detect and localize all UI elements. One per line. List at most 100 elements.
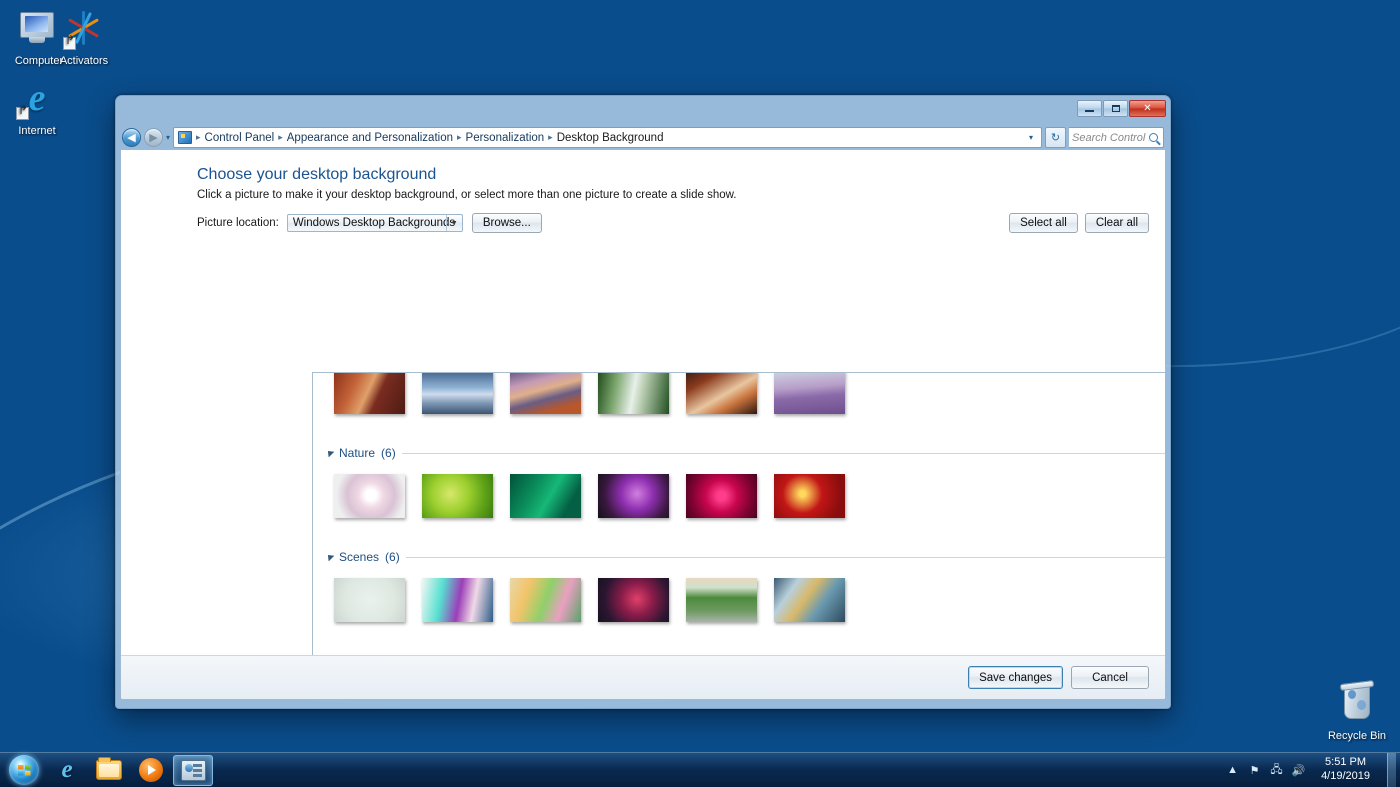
cancel-button[interactable]: Cancel [1071, 666, 1149, 689]
clock[interactable]: 5:51 PM 4/19/2019 [1313, 756, 1378, 784]
picture-item[interactable] [589, 567, 677, 633]
page-subtitle: Click a picture to make it your desktop … [197, 189, 737, 201]
dialog-footer: Save changes Cancel [121, 655, 1165, 699]
picture-list[interactable]: Nature (6) Scenes (6) [312, 372, 1165, 699]
picture-item[interactable] [765, 463, 853, 529]
picture-item[interactable] [677, 373, 765, 425]
picture-item[interactable] [765, 373, 853, 425]
taskbar: e ▲ ⚑ 🖧 🔊 5:51 PM 4/19/2019 [0, 752, 1400, 787]
volume-icon[interactable]: 🔊 [1291, 763, 1306, 778]
browse-button[interactable]: Browse... [471, 213, 542, 233]
show-desktop-button[interactable] [1387, 753, 1396, 787]
picture-row [313, 567, 1165, 633]
desktop-icon-label: Recycle Bin [1327, 730, 1387, 742]
thumbnail [685, 474, 757, 518]
desktop-icon-internet[interactable]: Internet [0, 78, 74, 138]
search-placeholder: Search Control Pa... [1072, 131, 1149, 144]
picture-item[interactable] [413, 373, 501, 425]
thumbnail [509, 474, 581, 518]
search-input[interactable]: Search Control Pa... [1069, 127, 1164, 148]
close-button[interactable]: ✕ [1129, 100, 1166, 117]
recycle-bin-icon [1334, 679, 1380, 727]
network-icon[interactable]: 🖧 [1269, 763, 1284, 778]
recent-pages-icon[interactable]: ▾ [166, 133, 170, 142]
taskbar-windows-explorer[interactable] [89, 755, 129, 786]
desktop-icon-label: Internet [18, 125, 56, 137]
group-header-nature[interactable]: Nature (6) [313, 443, 1165, 463]
window-buttons: ✕ [1077, 100, 1166, 117]
search-icon [1149, 133, 1158, 142]
picture-row [313, 463, 1165, 529]
breadcrumb-item-appearance[interactable]: Appearance and Personalization [284, 130, 456, 146]
picture-location-label: Picture location: [197, 217, 279, 229]
breadcrumb[interactable]: ▸ Control Panel ▸ Appearance and Persona… [173, 127, 1042, 148]
back-button[interactable]: ◀ [122, 128, 141, 147]
thumbnail [685, 373, 757, 414]
breadcrumb-dropdown-icon[interactable]: ▾ [1023, 133, 1039, 142]
picture-item[interactable] [413, 463, 501, 529]
show-hidden-icons-button[interactable]: ▲ [1225, 763, 1240, 778]
thumbnail [597, 474, 669, 518]
clock-time: 5:51 PM [1325, 756, 1367, 769]
thumbnail [597, 373, 669, 414]
window-title-bar[interactable]: ✕ [120, 100, 1166, 126]
minimize-button[interactable] [1077, 100, 1102, 117]
picture-location-select[interactable]: Windows Desktop Backgrounds ▼ [286, 214, 463, 232]
thumbnail [773, 474, 845, 518]
thumbnail [509, 578, 581, 622]
thumbnail [597, 578, 669, 622]
picture-item[interactable] [501, 373, 589, 425]
group-header-scenes[interactable]: Scenes (6) [313, 547, 1165, 567]
picture-item[interactable] [501, 567, 589, 633]
breadcrumb-item-desktop-background[interactable]: Desktop Background [554, 130, 667, 146]
breadcrumb-item-control-panel[interactable]: Control Panel [202, 130, 278, 146]
picture-location-row: Picture location: Windows Desktop Backgr… [197, 213, 1165, 233]
internet-explorer-icon [14, 78, 60, 122]
picture-item[interactable] [413, 567, 501, 633]
desktop-icon-activators[interactable]: Activators [47, 8, 121, 68]
taskbar-internet-explorer[interactable]: e [47, 755, 87, 786]
folder-icon [96, 757, 122, 780]
picture-item[interactable] [501, 463, 589, 529]
picture-item[interactable] [325, 567, 413, 633]
picture-item[interactable] [325, 373, 413, 425]
control-panel-window: ✕ ◀ ▶ ▾ ▸ Control Panel ▸ Appearance and… [115, 95, 1171, 709]
collapse-triangle-icon[interactable] [325, 447, 335, 457]
thumbnail [421, 578, 493, 622]
window-content: Choose your desktop background Click a p… [120, 149, 1166, 700]
navigation-bar: ◀ ▶ ▾ ▸ Control Panel ▸ Appearance and P… [120, 126, 1166, 149]
action-center-flag-icon[interactable]: ⚑ [1247, 763, 1262, 778]
taskbar-windows-media-player[interactable] [131, 755, 171, 786]
desktop-icon-label: Activators [59, 55, 109, 67]
group-name: Scenes [339, 550, 380, 564]
picture-item[interactable] [677, 567, 765, 633]
selection-buttons: Select all Clear all [1009, 213, 1149, 233]
breadcrumb-item-personalization[interactable]: Personalization [463, 130, 548, 146]
thumbnail [509, 373, 581, 414]
star-shortcut-icon [61, 8, 107, 52]
thumbnail [685, 578, 757, 622]
thumbnail [333, 578, 405, 622]
start-button[interactable] [2, 753, 46, 787]
picture-item[interactable] [325, 463, 413, 529]
page-title: Choose your desktop background [197, 166, 437, 183]
group-name: Nature [339, 446, 376, 460]
picture-item[interactable] [677, 463, 765, 529]
maximize-button[interactable] [1103, 100, 1128, 117]
taskbar-control-panel-window[interactable] [173, 754, 213, 786]
picture-item[interactable] [589, 373, 677, 425]
collapse-triangle-icon[interactable] [325, 551, 335, 561]
clock-date: 4/19/2019 [1321, 770, 1370, 782]
picture-item[interactable] [589, 463, 677, 529]
thumbnail [421, 474, 493, 518]
save-changes-button[interactable]: Save changes [968, 666, 1063, 689]
shortcut-arrow-icon [63, 37, 76, 50]
group-divider [401, 452, 1165, 454]
picture-item[interactable] [765, 567, 853, 633]
clear-all-button[interactable]: Clear all [1084, 213, 1149, 233]
shortcut-arrow-icon [16, 107, 29, 120]
forward-button[interactable]: ▶ [144, 128, 163, 147]
refresh-button[interactable]: ↻ [1045, 127, 1066, 148]
select-all-button[interactable]: Select all [1009, 213, 1078, 233]
desktop-icon-recycle-bin[interactable]: Recycle Bin [1320, 679, 1394, 743]
